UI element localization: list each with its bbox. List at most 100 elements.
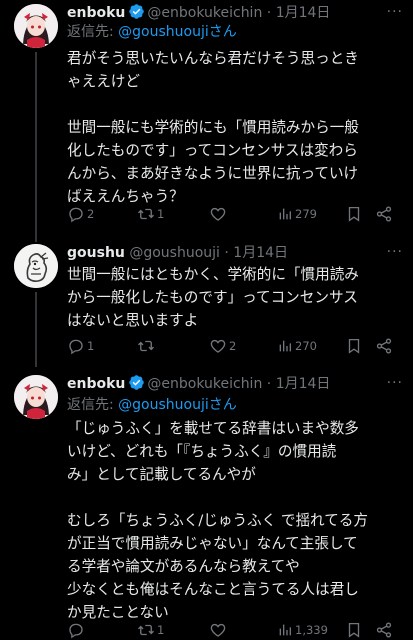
views-button[interactable]: 279 [277, 204, 317, 224]
author-handle[interactable]: @goushuouji [129, 245, 220, 261]
avatar[interactable] [14, 244, 58, 288]
text-line: から一般化したものです」ってコンセンサス [67, 289, 358, 306]
share-button[interactable] [375, 620, 393, 640]
text-line: 世間一般にはともかく、学術的に「慣用読み [67, 266, 359, 283]
reply-icon [69, 623, 83, 639]
views-count: 279 [295, 207, 317, 221]
retweet-icon [138, 208, 154, 220]
separator-dot: · [266, 5, 272, 21]
tweet-header: enboku @enbokukeichin · 1月14日 [67, 373, 405, 395]
retweet-count: 1 [157, 207, 165, 221]
text-line: はないと思いますよ [67, 312, 199, 329]
text-line-blank [67, 93, 401, 116]
avatar[interactable] [14, 4, 58, 48]
heart-icon [210, 207, 226, 221]
like-button[interactable] [209, 204, 229, 224]
reply-to-label: 返信先: [67, 24, 119, 40]
views-button[interactable]: 1,339 [277, 620, 328, 640]
share-icon [376, 206, 392, 222]
reply-count: 2 [87, 207, 95, 221]
tweet-2[interactable]: goushu @goushuouji · 1月14日 ··· 世間一般にはともか… [0, 240, 413, 365]
reply-to-line: 返信先: @goushuoujiさん [67, 22, 237, 42]
tweet-date[interactable]: 1月14日 [276, 376, 331, 392]
views-count: 1,339 [295, 623, 328, 637]
bookmark-icon [348, 622, 360, 638]
verified-badge-icon [129, 375, 145, 390]
tweet-text: 「じゅうふく」を載せてる辞書はいまや数多 いけど、どれも「『ちょうふく』の慣用読… [67, 417, 401, 624]
retweet-count: 1 [157, 623, 165, 637]
text-line-blank [67, 486, 401, 509]
share-button[interactable] [375, 204, 393, 224]
text-line: 化したものです」ってコンセンサスは変わら [67, 142, 358, 159]
author-handle[interactable]: @enbokukeichin [147, 5, 262, 21]
text-line: み」として記載してるんやが [67, 466, 256, 483]
reply-button[interactable] [67, 620, 87, 640]
bookmark-icon [348, 338, 360, 354]
views-button[interactable]: 270 [277, 336, 317, 356]
views-count: 270 [295, 339, 317, 353]
reply-to-line: 返信先: @goushuoujiさん [67, 395, 237, 415]
bookmark-icon [348, 206, 360, 222]
reply-button[interactable]: 2 [67, 204, 94, 224]
text-line: 世間一般にも学術的にも「慣用読みから一般 [67, 119, 359, 136]
tweet-1[interactable]: enboku @enbokukeichin · 1月14日 ··· 返信先: @g… [0, 0, 413, 240]
reply-icon [69, 207, 83, 223]
views-bar-chart-icon [279, 208, 291, 220]
share-icon [376, 622, 392, 638]
tweet-text: 君がそう思いたいんなら君だけそう思っとき ゃええけど 世間一般にも学術的にも「慣… [67, 47, 401, 208]
heart-icon [210, 623, 226, 637]
retweet-button[interactable] [137, 336, 157, 356]
avatar-image [14, 375, 58, 419]
like-button[interactable]: 2 [209, 336, 236, 356]
retweet-icon [138, 624, 154, 636]
thread-line [35, 240, 37, 242]
thread-line [35, 52, 37, 240]
author-handle[interactable]: @enbokukeichin [147, 376, 262, 392]
tweet-actions: 1 2 270 [67, 336, 401, 356]
thread-line [35, 365, 37, 367]
text-line: 少なくとも俺はそんなこと言うてる人は君し [67, 581, 359, 598]
text-line: むしろ「ちょうふく/じゅうふく で揺れてる方 [67, 512, 368, 529]
author-name[interactable]: enboku [67, 376, 125, 392]
separator-dot: · [266, 376, 272, 392]
text-line: る学者や論文があるんなら教えてや [67, 558, 300, 575]
views-bar-chart-icon [279, 624, 291, 636]
reply-to-mention[interactable]: @goushuoujiさん [118, 24, 237, 40]
tweet-date[interactable]: 1月14日 [276, 5, 331, 21]
more-options-icon[interactable]: ··· [387, 2, 403, 22]
reply-button[interactable]: 1 [67, 336, 94, 356]
tweet-header: goushu @goushuouji · 1月14日 [67, 242, 405, 264]
retweet-icon [138, 340, 154, 352]
more-options-icon[interactable]: ··· [387, 373, 403, 393]
views-bar-chart-icon [279, 340, 291, 352]
bookmark-button[interactable] [345, 336, 363, 356]
bookmark-button[interactable] [345, 204, 363, 224]
text-line: ゃええけど [67, 73, 140, 90]
author-name[interactable]: enboku [67, 5, 125, 21]
tweet-date[interactable]: 1月14日 [233, 245, 288, 261]
tweet-header: enboku @enbokukeichin · 1月14日 [67, 2, 405, 24]
reply-icon [69, 339, 83, 355]
author-name[interactable]: goushu [67, 245, 125, 261]
text-line: が正当で慣用読みじゃない」なんて主張して [67, 535, 358, 552]
retweet-button[interactable]: 1 [137, 204, 164, 224]
share-button[interactable] [375, 336, 393, 356]
avatar-image [14, 4, 58, 48]
reply-to-label: 返信先: [67, 397, 119, 413]
bookmark-button[interactable] [345, 620, 363, 640]
tweet-3[interactable]: enboku @enbokukeichin · 1月14日 ··· 返信先: @g… [0, 365, 413, 640]
avatar-image [14, 244, 58, 288]
text-line: いけど、どれも「『ちょうふく』の慣用読 [67, 443, 337, 460]
reply-to-mention[interactable]: @goushuoujiさん [118, 397, 237, 413]
avatar[interactable] [14, 375, 58, 419]
heart-icon [210, 339, 226, 353]
like-button[interactable] [209, 620, 229, 640]
more-options-icon[interactable]: ··· [387, 242, 403, 262]
share-icon [376, 338, 392, 354]
like-count: 2 [229, 339, 237, 353]
verified-badge-icon [129, 4, 145, 19]
text-line: んから、まあ好きなように世界に抗っていけ [67, 165, 359, 182]
text-line: 「じゅうふく」を載せてる辞書はいまや数多 [67, 420, 359, 437]
tweet-actions: 1 1,339 [67, 620, 401, 640]
retweet-button[interactable]: 1 [137, 620, 164, 640]
